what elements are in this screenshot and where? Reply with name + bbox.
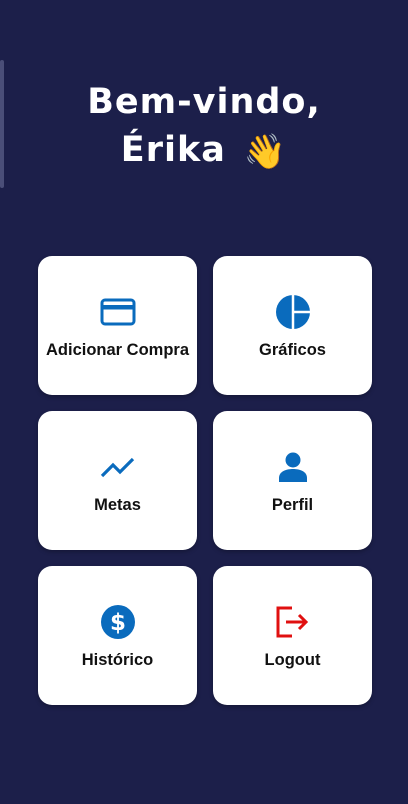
charts-button[interactable]: Gráficos xyxy=(213,256,372,395)
dollar-circle-icon: $ xyxy=(98,602,138,642)
profile-button[interactable]: Perfil xyxy=(213,411,372,550)
trending-up-icon xyxy=(98,447,138,487)
goals-button[interactable]: Metas xyxy=(38,411,197,550)
history-button[interactable]: $ Histórico xyxy=(38,566,197,705)
greeting-line-1: Bem-vindo, xyxy=(87,82,321,122)
waving-hand-emoji: 👋 xyxy=(243,132,288,172)
user-name: Érika xyxy=(120,130,226,170)
credit-card-icon xyxy=(98,292,138,332)
profile-label: Perfil xyxy=(271,495,314,514)
pie-chart-icon xyxy=(273,292,313,332)
add-purchase-label: Adicionar Compra xyxy=(45,340,190,359)
menu-grid: Adicionar Compra Gráficos Metas Perfil $… xyxy=(38,256,372,705)
goals-label: Metas xyxy=(94,495,141,514)
logout-icon xyxy=(273,602,313,642)
svg-text:$: $ xyxy=(109,610,125,636)
logout-label: Logout xyxy=(264,650,321,669)
person-icon xyxy=(273,447,313,487)
charts-label: Gráficos xyxy=(259,340,326,359)
add-purchase-button[interactable]: Adicionar Compra xyxy=(38,256,197,395)
welcome-greeting: Bem-vindo, Érika 👋 xyxy=(0,78,408,176)
logout-button[interactable]: Logout xyxy=(213,566,372,705)
history-label: Histórico xyxy=(81,650,154,669)
greeting-line-2: Érika 👋 xyxy=(0,126,408,176)
